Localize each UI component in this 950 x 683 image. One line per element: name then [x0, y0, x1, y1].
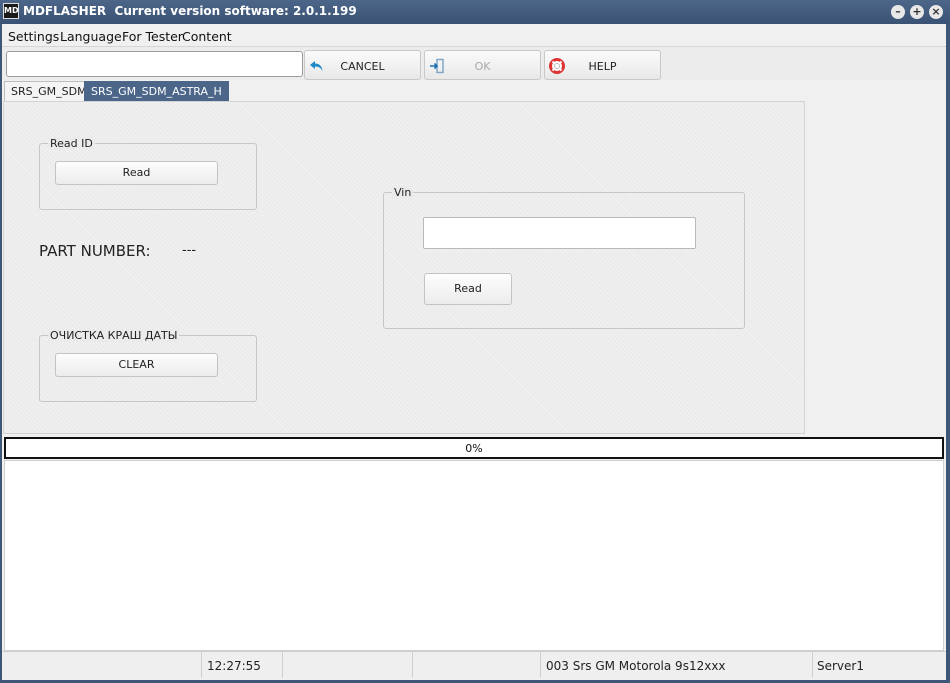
- status-cell-3: [283, 652, 413, 678]
- read-id-group: Read ID Read: [39, 137, 257, 210]
- status-cell-4: [413, 652, 541, 678]
- cancel-label: CANCEL: [340, 60, 385, 73]
- vin-group: Vin Read: [383, 186, 745, 329]
- status-cell-1: [2, 652, 202, 678]
- status-device: 003 Srs GM Motorola 9s12xxx: [546, 659, 726, 673]
- tab-srs-gm-sdm-astra-h[interactable]: SRS_GM_SDM_ASTRA_H: [84, 81, 229, 101]
- crash-clear-group-title: ОЧИСТКА КРАШ ДАТЫ: [48, 329, 180, 342]
- clear-button[interactable]: CLEAR: [55, 353, 218, 377]
- help-button[interactable]: HELP: [544, 50, 661, 80]
- close-icon[interactable]: ×: [929, 5, 943, 19]
- status-server: Server1: [817, 659, 864, 673]
- tab-strip: SRS_GM_SDM SRS_GM_SDM_ASTRA_H: [2, 80, 946, 101]
- menu-for-tester[interactable]: For Tester: [122, 29, 183, 44]
- ok-label: OK: [474, 60, 491, 73]
- part-number-label: PART NUMBER:: [39, 242, 151, 260]
- app-window: MD MDFLASHER Current version software: 2…: [0, 0, 950, 683]
- toolbar: CANCEL OK HELP: [2, 46, 946, 80]
- help-label: HELP: [588, 60, 617, 73]
- menu-language[interactable]: Language: [60, 29, 122, 44]
- read-id-button[interactable]: Read: [55, 161, 218, 185]
- log-area[interactable]: [4, 460, 944, 651]
- tab-srs-gm-sdm[interactable]: SRS_GM_SDM: [4, 81, 94, 101]
- menu-settings[interactable]: Settings: [8, 29, 59, 44]
- client-area: Settings Language For Tester Content CAN…: [2, 24, 946, 680]
- maximize-icon[interactable]: +: [910, 5, 924, 19]
- vin-input[interactable]: [423, 217, 696, 249]
- status-cell-time: 12:27:55: [202, 652, 283, 678]
- vin-read-button[interactable]: Read: [424, 273, 512, 305]
- part-number-value: ---: [182, 243, 197, 258]
- window-title: MDFLASHER Current version software: 2.0.…: [23, 4, 357, 18]
- progress-bar: 0%: [4, 437, 944, 459]
- search-input[interactable]: [6, 51, 303, 77]
- tab-page: Read ID Read PART NUMBER: --- ОЧИСТКА КР…: [3, 101, 805, 434]
- ok-button[interactable]: OK: [424, 50, 541, 80]
- status-time: 12:27:55: [207, 659, 261, 673]
- cancel-button[interactable]: CANCEL: [304, 50, 421, 80]
- app-logo-icon: MD: [3, 3, 19, 19]
- status-cell-device: 003 Srs GM Motorola 9s12xxx: [541, 652, 813, 678]
- read-id-group-title: Read ID: [48, 137, 95, 150]
- menu-bar: Settings Language For Tester Content: [2, 24, 946, 46]
- status-cell-server: Server1: [813, 652, 946, 678]
- menu-content[interactable]: Content: [182, 29, 232, 44]
- crash-clear-group: ОЧИСТКА КРАШ ДАТЫ CLEAR: [39, 329, 257, 402]
- vin-group-title: Vin: [392, 186, 414, 199]
- minimize-icon[interactable]: –: [891, 5, 905, 19]
- status-bar: 12:27:55 003 Srs GM Motorola 9s12xxx Ser…: [2, 651, 946, 678]
- progress-text: 0%: [465, 442, 483, 455]
- title-bar[interactable]: MD MDFLASHER Current version software: 2…: [0, 0, 950, 24]
